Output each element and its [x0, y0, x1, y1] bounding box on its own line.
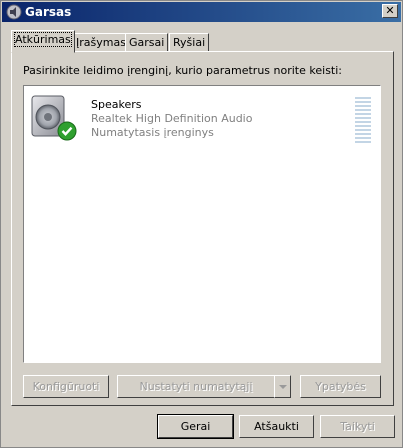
tab-sounds[interactable]: Garsai [125, 33, 169, 52]
level-segment [355, 117, 371, 119]
level-segment [355, 133, 371, 135]
level-segment [355, 141, 371, 143]
level-segment [355, 105, 371, 107]
device-name: Speakers [91, 98, 142, 111]
properties-button[interactable]: Ypatybės [300, 375, 381, 398]
tab-recording-label: Įrašymas [76, 36, 126, 49]
close-button[interactable]: ✕ [382, 4, 398, 18]
tab-recording[interactable]: Įrašymas [72, 33, 130, 52]
device-driver: Realtek High Definition Audio [91, 112, 253, 125]
title-bar[interactable]: Garsas ✕ [2, 2, 401, 22]
set-default-button[interactable]: Nustatyti numatytąjį [117, 375, 275, 398]
level-segment [355, 137, 371, 139]
level-segment [355, 129, 371, 131]
sound-dialog: Garsas ✕ Atkūrimas Įrašymas Garsai Ryšia… [0, 0, 403, 448]
level-segment [355, 101, 371, 103]
level-segment [355, 97, 371, 99]
instruction-text: Pasirinkite leidimo įrenginį, kurio para… [23, 64, 342, 77]
tab-playback[interactable]: Atkūrimas [11, 30, 75, 53]
sound-app-icon [6, 4, 22, 20]
tab-playback-label: Atkūrimas [14, 32, 72, 47]
level-segment [355, 113, 371, 115]
level-segment [355, 121, 371, 123]
set-default-dropdown[interactable] [274, 375, 291, 398]
device-status: Numatytasis įrenginys [91, 126, 214, 139]
tab-sounds-label: Garsai [129, 36, 165, 49]
ok-button[interactable]: Gerai [157, 414, 234, 439]
level-segment [355, 109, 371, 111]
window-title: Garsas [25, 5, 72, 19]
close-icon: ✕ [385, 4, 395, 17]
chevron-down-icon [279, 385, 287, 389]
tab-communications[interactable]: Ryšiai [169, 33, 210, 52]
volume-level-meter [355, 97, 371, 144]
tab-communications-label: Ryšiai [173, 36, 206, 49]
level-segment [355, 125, 371, 127]
configure-button[interactable]: Konfigūruoti [23, 375, 109, 398]
cancel-button[interactable]: Atšaukti [239, 415, 314, 438]
playback-device-list[interactable]: Speakers Realtek High Definition Audio N… [23, 85, 381, 363]
device-item-speakers[interactable]: Speakers Realtek High Definition Audio N… [27, 89, 377, 145]
apply-button[interactable]: Taikyti [320, 415, 395, 438]
speaker-default-icon [31, 95, 77, 141]
